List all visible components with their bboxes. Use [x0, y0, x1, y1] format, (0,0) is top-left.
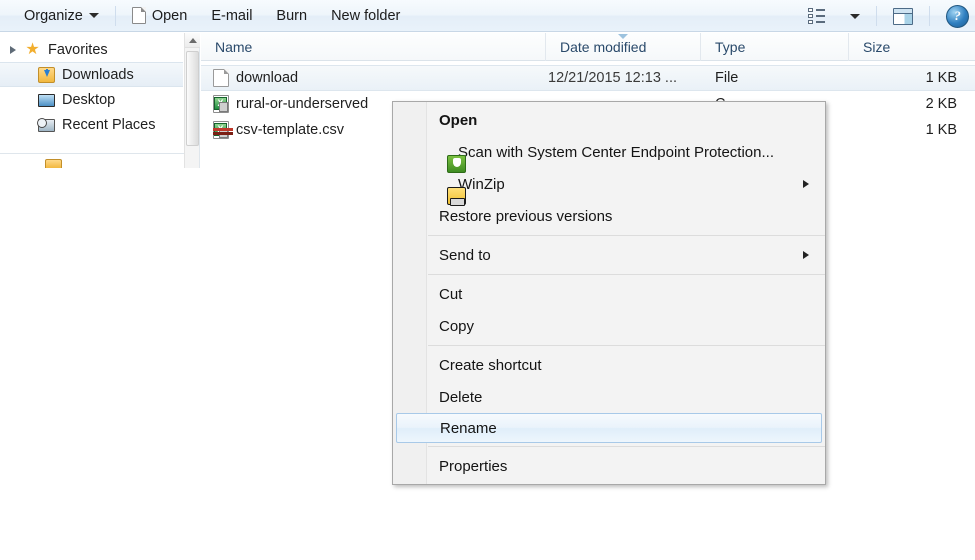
- desktop-icon: [38, 94, 55, 107]
- sidebar-divider: [0, 153, 185, 154]
- recent-places-icon: [37, 118, 55, 132]
- context-menu-item-properties[interactable]: Properties: [393, 450, 825, 482]
- column-header-name[interactable]: Name: [201, 32, 546, 61]
- toolbar-button-open[interactable]: Open: [122, 3, 197, 29]
- context-menu-separator: [428, 235, 825, 236]
- file-name-cell: download: [201, 69, 546, 87]
- toolbar-button-new-folder[interactable]: New folder: [321, 3, 410, 29]
- sidebar-item-downloads[interactable]: Downloads: [0, 62, 183, 87]
- file-name-label: rural-or-underserved: [236, 96, 369, 112]
- toolbar-button-organize[interactable]: Organize: [14, 3, 109, 29]
- context-menu-separator: [428, 345, 825, 346]
- toolbar: Organize Open E-mail Burn New folder ?: [0, 0, 975, 32]
- chevron-down-icon: [88, 13, 99, 18]
- file-icon: [131, 7, 146, 24]
- view-options-button[interactable]: [798, 3, 836, 29]
- partial-file-icon: [213, 128, 235, 135]
- column-header-type[interactable]: Type: [701, 32, 849, 61]
- context-menu-item-open[interactable]: Open: [393, 104, 825, 136]
- column-header-size[interactable]: Size: [849, 33, 975, 61]
- downloads-folder-icon: [38, 66, 55, 83]
- file-type-cell: File: [715, 70, 739, 86]
- view-options-icon: [808, 8, 826, 24]
- context-menu-item-label: Cut: [439, 285, 463, 303]
- navigation-pane: ★ Favorites Downloads Desktop Recent Pla…: [0, 33, 200, 168]
- context-menu-item-rename[interactable]: Rename: [396, 413, 822, 443]
- view-options-dropdown[interactable]: [840, 3, 870, 29]
- toolbar-email-label: E-mail: [211, 7, 253, 24]
- help-button[interactable]: ?: [936, 3, 973, 29]
- file-name-label: csv-template.csv: [236, 122, 344, 138]
- context-menu-item-label: Scan with System Center Endpoint Protect…: [458, 143, 774, 161]
- context-menu-item-restore-previous-versions[interactable]: Restore previous versions: [393, 200, 825, 232]
- blank-file-icon: [213, 69, 229, 87]
- preview-pane-button[interactable]: [883, 3, 923, 29]
- context-menu-separator: [428, 274, 825, 275]
- file-date-cell: 12/21/2015 12:13 ...: [548, 70, 677, 86]
- toolbar-divider-help: [929, 6, 930, 26]
- sidebar-item-label: Desktop: [62, 91, 116, 108]
- context-menu-item-winzip[interactable]: WinZip: [393, 168, 825, 206]
- star-icon: ★: [25, 40, 40, 58]
- folder-icon: [45, 159, 62, 168]
- screen: Organize Open E-mail Burn New folder ? ★…: [0, 0, 975, 560]
- context-menu-item-create-shortcut[interactable]: Create shortcut: [393, 349, 825, 381]
- help-icon: ?: [946, 4, 969, 28]
- context-menu-item-send-to[interactable]: Send to: [393, 239, 825, 271]
- context-menu-item-cut[interactable]: Cut: [393, 278, 825, 310]
- file-size-cell: 1 KB: [925, 70, 957, 86]
- scroll-up-arrow-icon[interactable]: [185, 33, 200, 48]
- sidebar-item-desktop[interactable]: Desktop: [0, 87, 199, 112]
- context-menu-item-label: Create shortcut: [439, 356, 542, 374]
- chevron-down-icon: [850, 13, 860, 19]
- column-header-date-modified[interactable]: Date modified: [546, 32, 701, 61]
- csv-file-icon: [213, 95, 229, 113]
- context-menu-item-label: Open: [439, 111, 478, 129]
- context-menu-item-label: Delete: [439, 388, 483, 406]
- toolbar-open-label: Open: [151, 7, 188, 24]
- sidebar-scrollbar[interactable]: [184, 33, 200, 168]
- toolbar-right-group: ?: [796, 0, 975, 32]
- context-menu-item-copy[interactable]: Copy: [393, 310, 825, 342]
- context-menu-item-label: Copy: [439, 317, 475, 335]
- sidebar-item-label: Recent Places: [62, 116, 156, 133]
- toolbar-organize-label: Organize: [24, 7, 83, 24]
- toolbar-divider: [114, 5, 116, 26]
- context-menu-item-label: Restore previous versions: [439, 207, 613, 225]
- sidebar-item-label: Downloads: [62, 66, 134, 83]
- file-size-cell: 2 KB: [925, 96, 957, 112]
- toolbar-button-email[interactable]: E-mail: [201, 3, 262, 29]
- expander-triangle-icon[interactable]: [10, 45, 16, 54]
- sidebar-item-label: Favorites: [48, 41, 108, 58]
- file-size-cell: 1 KB: [925, 122, 957, 138]
- context-menu-item-delete[interactable]: Delete: [393, 381, 825, 413]
- toolbar-button-burn[interactable]: Burn: [266, 3, 317, 29]
- toolbar-divider-right: [876, 6, 877, 26]
- sidebar-item-favorites[interactable]: ★ Favorites: [0, 37, 199, 62]
- file-name-label: download: [236, 70, 299, 86]
- sidebar-item-recent-places[interactable]: Recent Places: [0, 112, 199, 137]
- toolbar-burn-label: Burn: [276, 7, 308, 24]
- table-row[interactable]: download 12/21/2015 12:13 ... File 1 KB: [201, 65, 975, 91]
- submenu-arrow-icon: [803, 180, 809, 188]
- toolbar-new-folder-label: New folder: [331, 7, 401, 24]
- scrollbar-thumb[interactable]: [186, 51, 199, 146]
- context-menu-item-label: Rename: [440, 419, 497, 437]
- preview-pane-icon: [893, 7, 913, 25]
- column-headers: Name Date modified Type Size: [201, 32, 975, 61]
- context-menu-item-label: Properties: [439, 457, 508, 475]
- context-menu-separator: [428, 446, 825, 447]
- submenu-arrow-icon: [803, 251, 809, 259]
- context-menu: Open Scan with System Center Endpoint Pr…: [392, 101, 826, 485]
- context-menu-item-scan[interactable]: Scan with System Center Endpoint Protect…: [393, 136, 825, 173]
- context-menu-item-label: Send to: [439, 246, 491, 264]
